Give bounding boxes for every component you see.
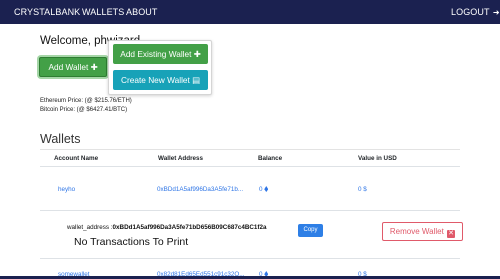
copy-address-button[interactable]: Copy	[298, 224, 323, 237]
close-icon: ✕	[447, 230, 456, 238]
usd-symbol: $	[363, 186, 367, 193]
logout-label: LOGOUT	[451, 7, 490, 17]
add-existing-wallet-button[interactable]: Add Existing Wallet ✚	[113, 44, 208, 64]
column-header-wallet-address: Wallet Address	[158, 155, 204, 162]
remove-wallet-label: Remove Wallet	[389, 227, 444, 236]
wallet-balance: 0	[259, 186, 269, 194]
balance-value: 0	[259, 186, 263, 193]
plus-icon: ✚	[193, 49, 201, 59]
bitcoin-price: Bitcoin Price: (@ $6427.41/BTC)	[40, 107, 128, 113]
column-header-balance: Balance	[258, 155, 283, 162]
wallet-address-detail: wallet_address :0xBDd1A5af996Da3A5fe71bD…	[67, 224, 267, 232]
plus-icon: ✚	[90, 62, 98, 72]
section-divider	[40, 149, 460, 150]
add-existing-wallet-label: Add Existing Wallet	[120, 49, 192, 59]
column-header-account-name: Account Name	[54, 155, 99, 162]
no-transactions-message: No Transactions To Print	[74, 236, 189, 248]
usd-value: 0	[358, 186, 362, 193]
add-wallet-button[interactable]: Add Wallet ✚	[39, 57, 107, 77]
wallets-section-title: Wallets	[40, 132, 81, 146]
nav-link-wallets[interactable]: WALLETS	[82, 6, 124, 18]
top-navbar: CRYSTALBANK WALLETS ABOUT LOGOUT ➜	[0, 0, 500, 24]
ethereum-icon	[264, 186, 269, 192]
logout-icon: ➜	[490, 8, 500, 17]
row-divider	[40, 210, 460, 211]
wallet-icon: ▤	[192, 75, 200, 85]
wallet-address-link[interactable]: 0xBDd1A5af996Da3A5fe71b...	[157, 186, 243, 194]
wallet-address-detail-label: wallet_address :	[67, 224, 113, 231]
wallet-address-detail-value: 0xBDd1A5af996Da3A5fe71bD656B09C687c4BC1f…	[112, 224, 267, 231]
ethereum-price: Ethereum Price: (@ $215.76/ETH)	[40, 98, 132, 104]
brand-logo[interactable]: CRYSTALBANK	[14, 6, 80, 18]
create-new-wallet-button[interactable]: Create New Wallet ▤	[113, 70, 208, 90]
row-divider	[40, 258, 460, 259]
remove-wallet-button[interactable]: Remove Wallet ✕	[382, 222, 463, 241]
wallet-name-link[interactable]: heyho	[58, 186, 75, 194]
add-wallet-label: Add Wallet	[48, 62, 89, 72]
create-new-wallet-label: Create New Wallet	[120, 75, 190, 85]
table-header-divider	[40, 166, 460, 167]
column-header-value-usd: Value in USD	[358, 155, 397, 162]
wallet-usd-value: 0 $	[358, 186, 367, 194]
logout-link[interactable]: LOGOUT ➜	[451, 6, 500, 19]
nav-link-about[interactable]: ABOUT	[126, 6, 158, 18]
